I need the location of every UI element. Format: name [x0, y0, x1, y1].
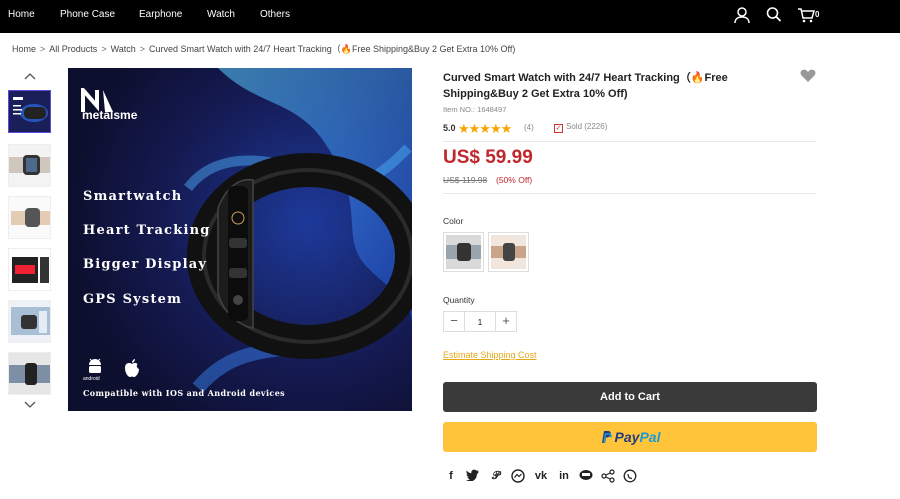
- thumbnails-down-arrow-icon[interactable]: [22, 398, 38, 410]
- messenger-icon[interactable]: [511, 469, 525, 483]
- thumbnails-up-arrow-icon[interactable]: [22, 69, 38, 81]
- feature-text-3: Bigger Display: [83, 257, 208, 272]
- color-swatch-2[interactable]: [488, 232, 529, 272]
- add-to-cart-button[interactable]: Add to Cart: [443, 382, 817, 412]
- top-nav: Home Phone Case Earphone Watch Others 0: [0, 0, 900, 33]
- sold-count: ✓ Sold (2226): [554, 122, 607, 133]
- paypal-button[interactable]: PayPal: [443, 422, 817, 452]
- current-price: US$ 59.99: [443, 147, 533, 168]
- linkedin-icon[interactable]: in: [557, 469, 571, 483]
- product-title: Curved Smart Watch with 24/7 Heart Track…: [443, 72, 728, 100]
- heart-icon[interactable]: [800, 69, 816, 83]
- breadcrumb-separator: >: [101, 44, 107, 54]
- feature-text-1: Smartwatch: [83, 189, 183, 204]
- thumbnail-2[interactable]: [8, 144, 51, 187]
- apple-icon: [124, 358, 140, 383]
- quantity-stepper: − +: [443, 311, 517, 332]
- nav-others[interactable]: Others: [260, 9, 290, 20]
- breadcrumb-all-products[interactable]: All Products: [49, 44, 97, 54]
- user-icon[interactable]: [734, 6, 750, 29]
- cart-icon[interactable]: [797, 6, 815, 29]
- color-swatch-1[interactable]: [443, 232, 484, 272]
- paypal-pay-text: Pay: [614, 429, 640, 445]
- feature-text-2: Heart Tracking: [83, 223, 211, 238]
- thumbnail-3[interactable]: [8, 196, 51, 239]
- divider: [443, 141, 816, 142]
- line-icon[interactable]: [579, 469, 593, 483]
- facebook-icon[interactable]: f: [444, 469, 458, 483]
- estimate-shipping-link[interactable]: Estimate Shipping Cost: [443, 350, 537, 360]
- breadcrumb-current: Curved Smart Watch with 24/7 Heart Track…: [149, 44, 516, 54]
- nav-home[interactable]: Home: [8, 9, 35, 20]
- nav-earphone[interactable]: Earphone: [139, 9, 182, 20]
- compatibility-text: Compatible with IOS and Android devices: [83, 388, 286, 398]
- quantity-decrease-button[interactable]: −: [444, 312, 465, 331]
- breadcrumb-watch[interactable]: Watch: [111, 44, 136, 54]
- main-product-image[interactable]: metalsme Smartwatch Heart Tracking Bigge…: [68, 68, 412, 411]
- whatsapp-icon[interactable]: [623, 469, 637, 483]
- quantity-label: Quantity: [443, 295, 475, 305]
- twitter-icon[interactable]: [466, 469, 480, 483]
- quantity-input[interactable]: [465, 312, 495, 331]
- brand-name: metalsme: [82, 108, 138, 122]
- nav-watch[interactable]: Watch: [207, 9, 235, 20]
- discount-badge: (50% Off): [496, 175, 533, 185]
- search-icon[interactable]: [766, 6, 782, 29]
- item-number: Item NO.: 1648497: [443, 105, 507, 114]
- check-icon: ✓: [554, 124, 563, 133]
- paypal-icon: [601, 431, 612, 444]
- thumbnail-5[interactable]: [8, 300, 51, 343]
- thumbnail-1[interactable]: [8, 90, 51, 133]
- breadcrumb-home[interactable]: Home: [12, 44, 36, 54]
- breadcrumb-separator: >: [139, 44, 146, 54]
- divider: [443, 193, 816, 194]
- sold-count-text: Sold (2226): [566, 122, 608, 131]
- vk-icon[interactable]: vk: [534, 469, 548, 483]
- color-label: Color: [443, 216, 464, 226]
- quantity-increase-button[interactable]: +: [495, 312, 516, 331]
- cart-count: 0: [815, 10, 820, 19]
- breadcrumb-separator: >: [40, 44, 46, 54]
- thumbnail-4[interactable]: [8, 248, 51, 291]
- rating-value: 5.0: [443, 123, 456, 133]
- feature-text-4: GPS System: [83, 292, 183, 307]
- paypal-pal-text: Pal: [639, 429, 661, 445]
- share-icon[interactable]: [601, 469, 615, 483]
- rating-stars: ★★★★★: [458, 121, 512, 136]
- original-price: US$ 119.98: [443, 175, 488, 185]
- thumbnail-6[interactable]: [8, 352, 51, 395]
- review-count[interactable]: (4): [524, 123, 534, 132]
- android-label: android: [83, 376, 100, 382]
- pinterest-icon[interactable]: 𝒫: [489, 469, 503, 483]
- nav-phone-case[interactable]: Phone Case: [60, 9, 115, 20]
- breadcrumb: Home > All Products > Watch > Curved Smart Wat…: [12, 42, 515, 55]
